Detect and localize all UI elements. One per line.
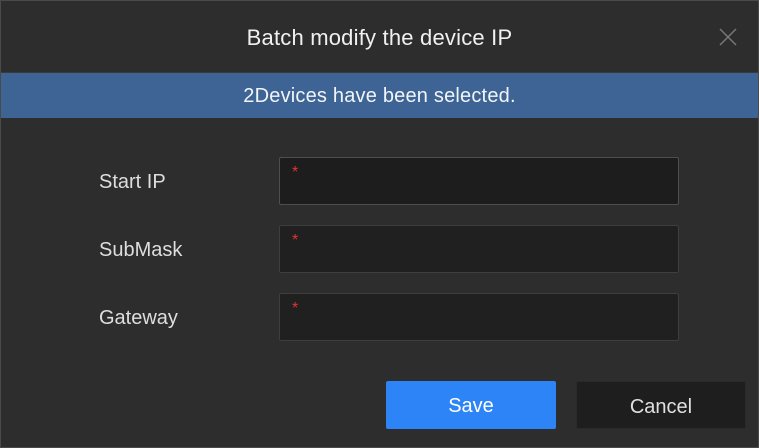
gateway-label: Gateway: [99, 307, 178, 329]
save-button[interactable]: Save: [386, 381, 556, 429]
start-ip-field[interactable]: *: [279, 157, 679, 206]
required-mark: *: [292, 232, 299, 249]
gateway-field[interactable]: *: [279, 293, 679, 342]
selection-banner: 2Devices have been selected.: [1, 73, 758, 118]
gateway-input[interactable]: [306, 294, 670, 342]
dialog-title: Batch modify the device IP: [246, 25, 513, 50]
submask-input[interactable]: [306, 226, 670, 274]
required-mark: *: [292, 300, 299, 317]
start-ip-row: Start IP *: [1, 157, 758, 207]
dialog-titlebar: Batch modify the device IP: [1, 1, 758, 73]
batch-modify-ip-dialog: Batch modify the device IP 2Devices have…: [0, 0, 759, 448]
cancel-button[interactable]: Cancel: [576, 381, 746, 429]
submask-row: SubMask *: [1, 225, 758, 275]
gateway-row: Gateway *: [1, 293, 758, 343]
start-ip-input[interactable]: [306, 158, 670, 206]
submask-field[interactable]: *: [279, 225, 679, 274]
submask-label: SubMask: [99, 239, 183, 261]
start-ip-label: Start IP: [99, 171, 166, 193]
close-icon[interactable]: [718, 27, 738, 47]
required-mark: *: [292, 164, 299, 181]
